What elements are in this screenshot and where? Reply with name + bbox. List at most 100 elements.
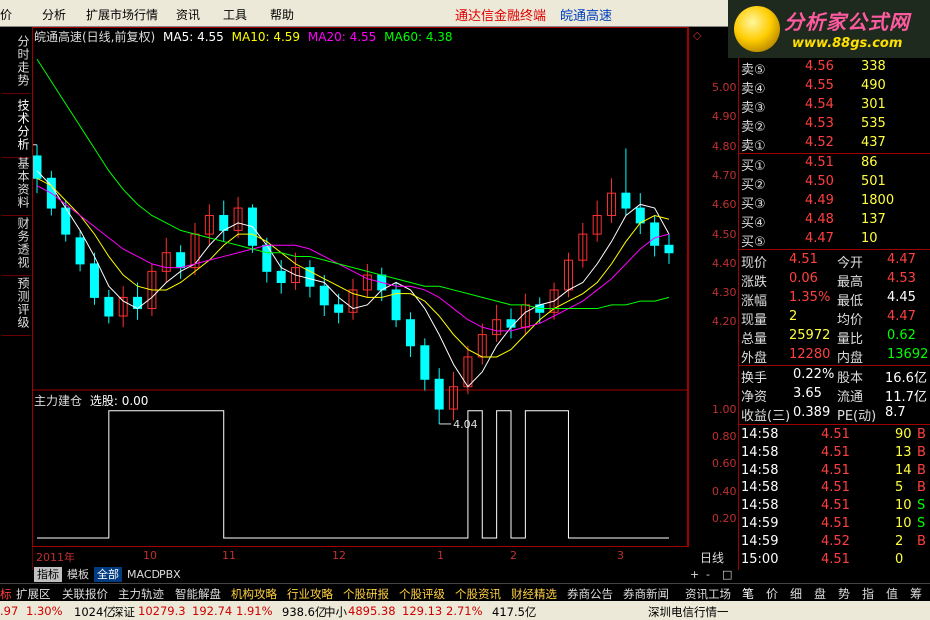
ask-volume: 490 [861,78,886,93]
ask-volume: 535 [861,116,886,131]
tick-volume: 10 [895,516,912,531]
tick-time: 14:58 [741,462,779,478]
nav-tab-stock-news[interactable]: 个股资讯 [455,586,501,602]
quote-label: 现价 [741,256,768,271]
bid-row: 买④ 4.48 137 [739,211,930,231]
ask-price: 4.55 [805,78,834,93]
bid-price: 4.47 [805,231,834,246]
right-nav-trades[interactable]: 笔 [742,585,754,602]
x-tick-oct: 10 [143,549,157,562]
tick-row: 15:00 4.51 0 [739,551,930,569]
tick-side: S [917,516,926,531]
quote-row: 总量 25972 量比 0.62 [739,327,930,347]
low-price-label: 4.04 [453,418,478,431]
nav-tab-broker-notice[interactable]: 券商公告 [567,586,613,602]
quote-row: 现价 4.51 今开 4.47 [739,251,930,271]
candle-body [89,263,99,298]
tick-price: 4.51 [821,498,850,514]
tick-time: 14:59 [741,516,779,531]
kline-chart[interactable]: 4.784.04 [33,28,687,546]
menu-item-ext-market[interactable]: 扩展市场行情 [86,6,158,23]
fund-row: 收益(三) 0.389 PE(动) 8.7 [739,404,930,424]
fund-label: 净资 [741,390,768,405]
indicator-tick-label: 0.40 [712,484,737,498]
logo-text: 分析家公式网 [784,10,910,34]
nav-tab-main-track[interactable]: 主力轨迹 [118,586,164,602]
nav-tab-smart-analysis[interactable]: 智能解盘 [175,586,221,602]
right-nav-price[interactable]: 价 [766,585,778,602]
zoom-in-icon[interactable]: + [690,568,699,581]
x-tick-dec: 12 [332,549,346,562]
quote-label: 涨跌 [741,275,768,290]
ask-price: 4.56 [805,59,834,74]
tab-technical[interactable]: 技术分析 [2,93,30,158]
tick-volume: 5 [895,480,904,496]
collapse-icon[interactable]: ◇ [693,29,701,42]
tab-indicator[interactable]: 指标 [34,567,62,582]
fund-value: 8.7 [885,405,906,420]
right-nav-index[interactable]: 指 [862,585,874,602]
candle-body [405,319,415,347]
right-nav-book[interactable]: 盘 [814,585,826,602]
nav-tab-inst-strategy[interactable]: 机构攻略 [231,586,277,602]
ask-row: 卖③ 4.54 301 [739,96,930,116]
price-tick-label: 4.60 [712,198,737,212]
period-label[interactable]: 日线 [700,549,724,566]
indicator-tabs: 指标 模板 全部 MACD PBX [32,566,688,583]
menu-item-tools[interactable]: 工具 [223,6,247,23]
right-nav-value[interactable]: 值 [886,585,898,602]
quote-value: 4.53 [887,271,916,286]
nav-tab-industry-strategy[interactable]: 行业攻略 [287,586,333,602]
nav-tab-finance-select[interactable]: 财经精选 [511,586,557,602]
right-nav-chips[interactable]: 筹 [910,585,922,602]
tab-financial[interactable]: 财务透视 [2,211,30,276]
tab-fundamental[interactable]: 基本资料 [2,151,30,216]
nav-tab-stock-rating[interactable]: 个股评级 [399,586,445,602]
tick-price: 4.51 [821,444,850,460]
tab-template[interactable]: 模板 [64,567,92,582]
nav-tab-stock-report[interactable]: 个股研报 [343,586,389,602]
quote-label: 量比 [837,332,864,347]
ask-row: 卖② 4.53 535 [739,115,930,135]
status-sme-pct: 2.71% [446,604,483,618]
nav-tab-related-quote[interactable]: 关联报价 [62,586,108,602]
menu-item-analysis[interactable]: 分析 [42,6,66,23]
fund-label: 收益(三) [741,409,791,424]
price-tick-label: 4.80 [712,139,737,153]
price-tick-label: 4.70 [712,168,737,182]
menu-item-help[interactable]: 帮助 [270,6,294,23]
candle-body [334,304,344,313]
status-index-pct: 1.30% [26,604,63,618]
tick-time: 14:58 [741,427,779,442]
candle-body [75,237,85,265]
window-icon[interactable]: □ [722,568,732,581]
tab-pbx[interactable]: PBX [156,567,184,582]
right-nav-trend[interactable]: 势 [838,585,850,602]
ask-label: 卖④ [741,82,766,97]
ask-row: 卖⑤ 4.56 338 [739,58,930,78]
fund-label: 换手 [741,371,768,386]
bid-price: 4.50 [805,174,834,189]
bid-price: 4.48 [805,212,834,227]
tick-row: 14:59 4.52 2 B [739,533,930,551]
status-index-price: .97 [0,604,19,618]
zoom-out-icon[interactable]: - [706,568,710,581]
app-title: 通达信金融终端 [455,9,547,24]
tab-all[interactable]: 全部 [94,567,122,582]
nav-tab-info-workshop[interactable]: 资讯工场 [685,586,731,602]
menu-item-price[interactable]: 价 [0,6,12,23]
right-nav-detail[interactable]: 细 [790,585,802,602]
tick-row: 14:59 4.51 10 S [739,515,930,533]
menu-item-news[interactable]: 资讯 [176,6,200,23]
nav-tab-ext-area[interactable]: 扩展区 [16,586,51,602]
tick-volume: 2 [895,533,904,549]
tab-forecast[interactable]: 预测评级 [2,271,30,336]
nav-tab-broker-news[interactable]: 券商新闻 [623,586,669,602]
status-index-amount: 1024亿 [74,605,115,619]
tab-intraday[interactable]: 分时走势 [2,29,30,94]
bid-row: 买⑤ 4.47 10 [739,230,930,250]
quote-value: 4.47 [887,309,916,324]
nav-tab-mark[interactable]: 标 [0,586,12,602]
site-logo: 分析家公式网 www.88gs.com [728,0,930,58]
tick-side: B [917,533,926,549]
